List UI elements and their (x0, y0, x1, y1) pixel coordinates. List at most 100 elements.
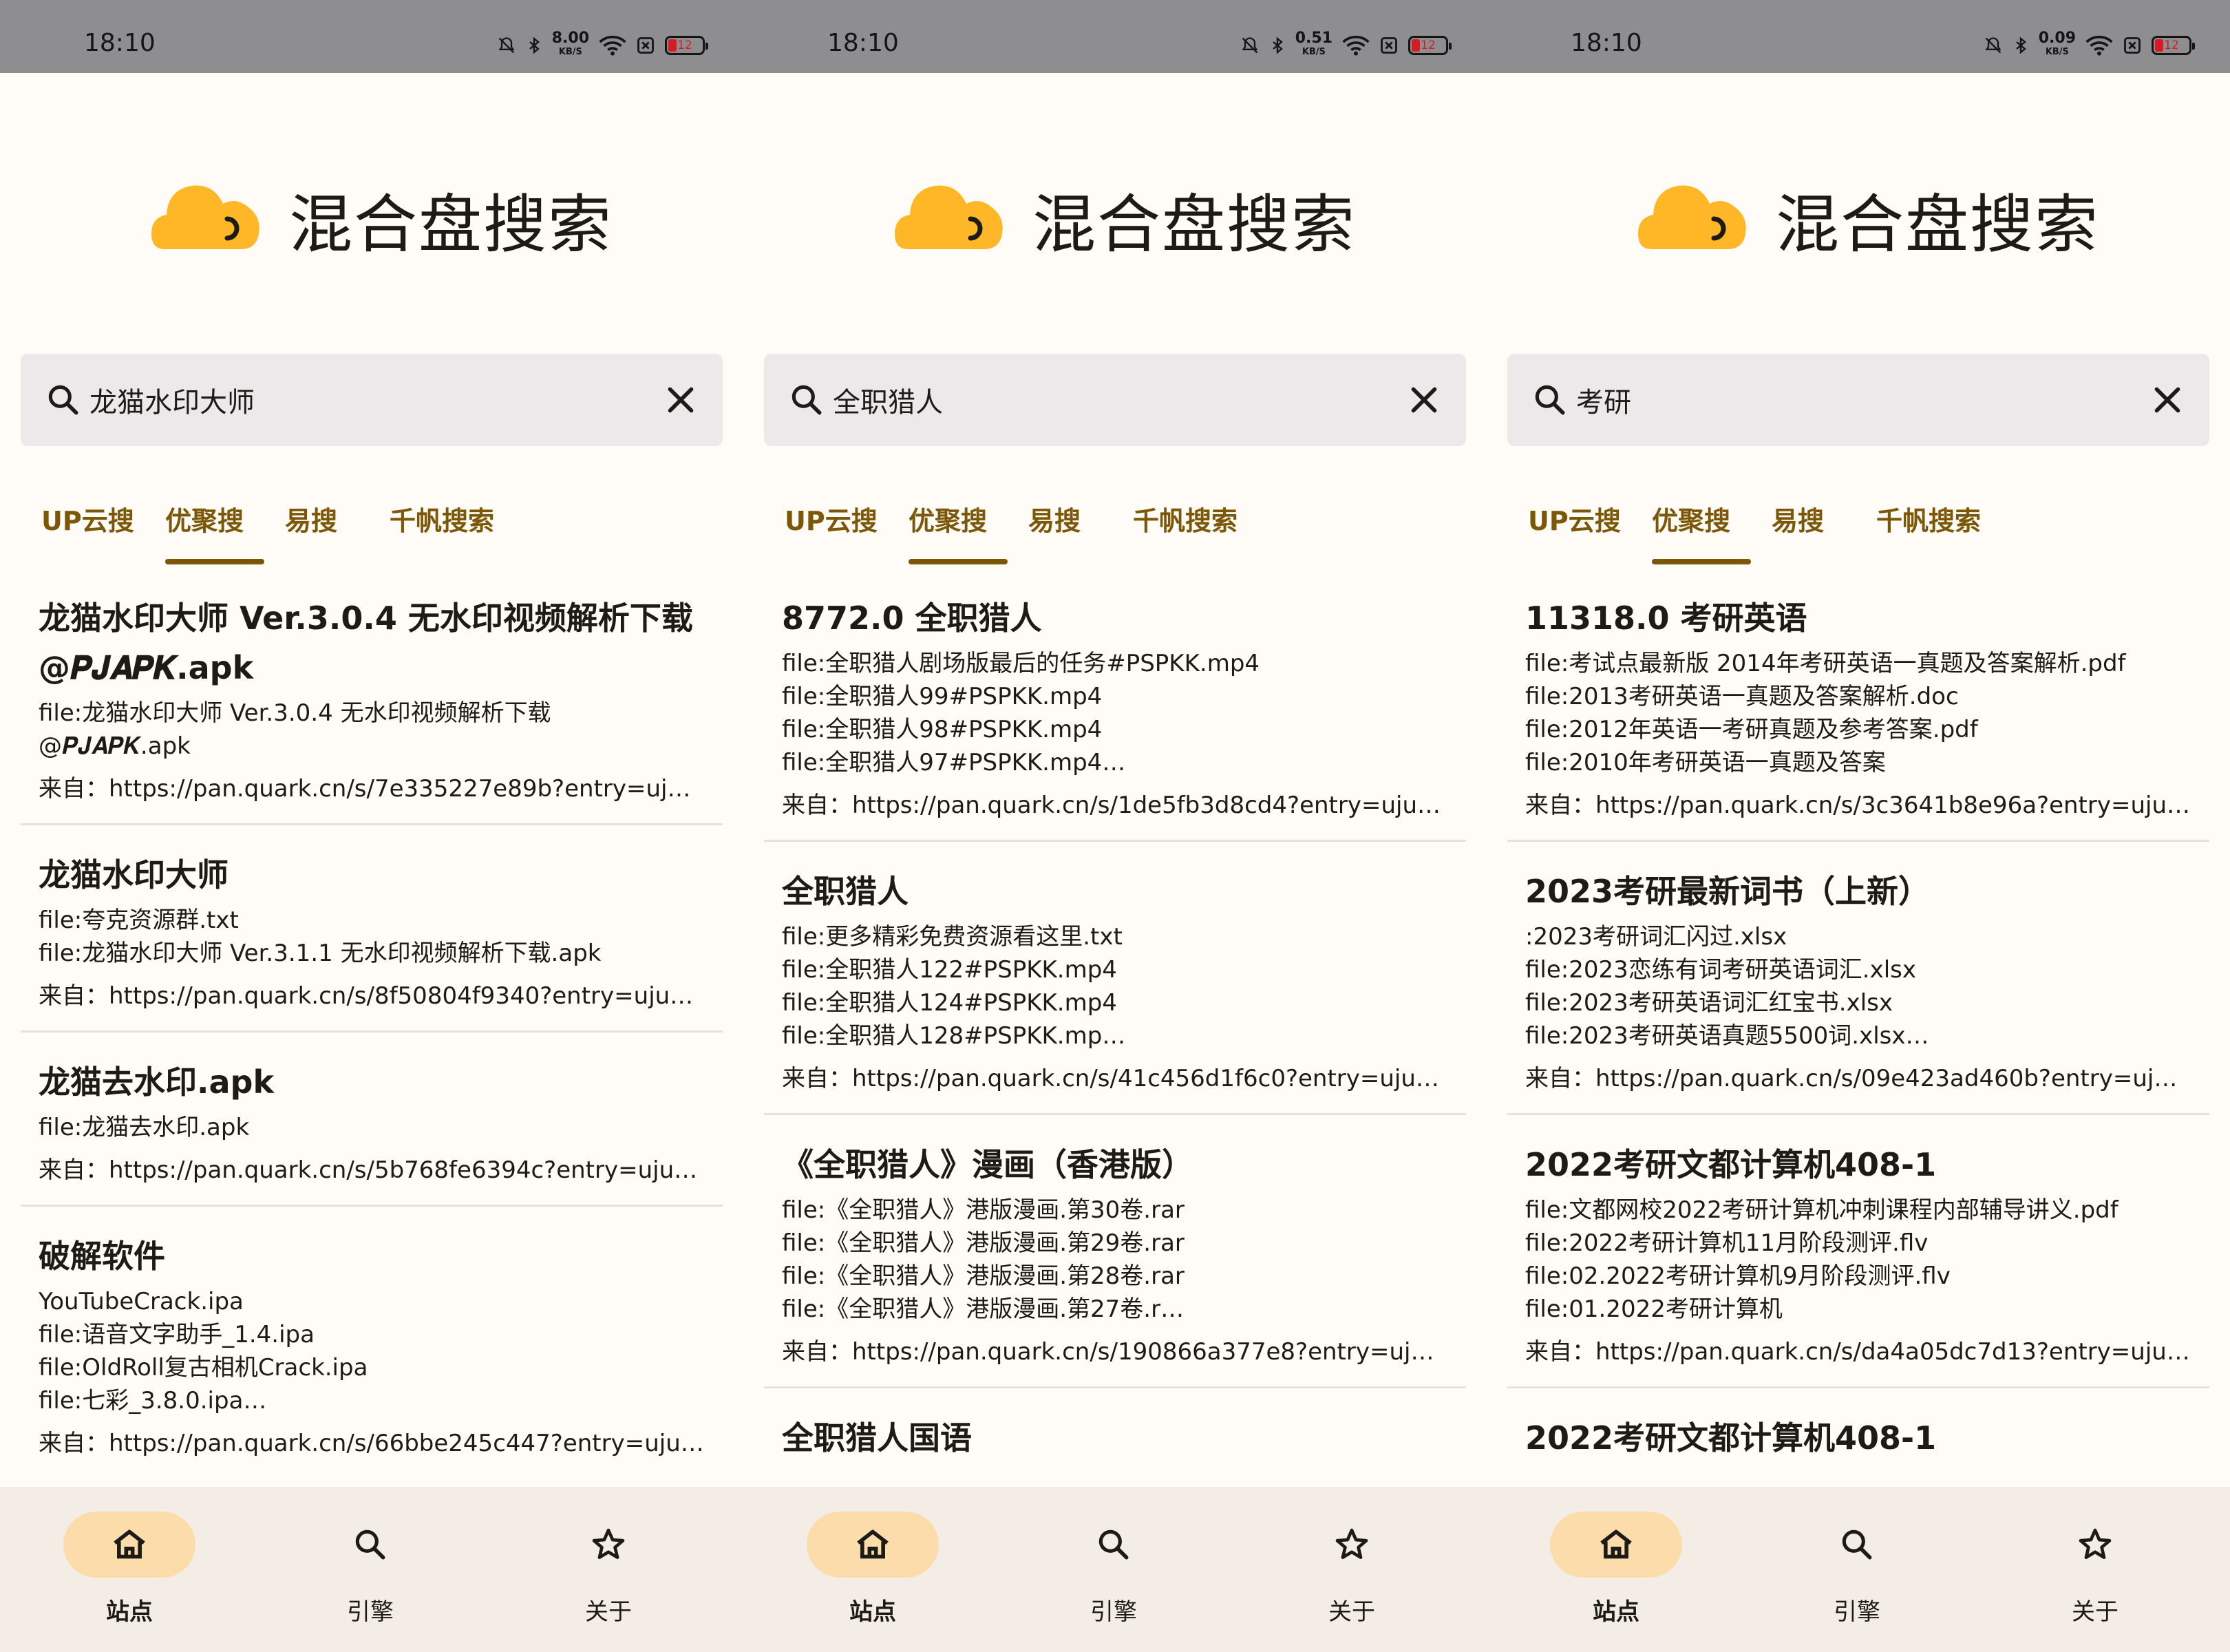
battery-icon: 12 (665, 36, 708, 55)
cloud-logo-icon (151, 185, 259, 249)
result-file-line: YouTubeCrack.ipa (39, 1288, 244, 1315)
search-bar[interactable] (21, 354, 723, 446)
tab-2[interactable]: 易搜 (1028, 475, 1081, 569)
result-source-link[interactable]: 来自：https://pan.quark.cn/s/190866a377e8?e… (782, 1335, 1448, 1368)
battery-icon: 12 (1408, 36, 1452, 55)
result-source-link[interactable]: 来自：https://pan.quark.cn/s/09e423ad460b?e… (1525, 1062, 2191, 1095)
network-speed-value: 8.00 (551, 30, 589, 47)
tab-2[interactable]: 易搜 (285, 475, 337, 569)
result-file-line: @𝑷𝑱𝑨𝑷𝑲.apk (39, 732, 191, 760)
network-speed-value: 0.51 (1295, 30, 1332, 47)
result-item[interactable]: 11318.0 考研英语 file:考试点最新版 2014年考研英语一真题及答案解… (1507, 569, 2209, 842)
result-file-line: file:全职猎人98#PSPKK.mp4 (782, 716, 1103, 743)
results-list: 11318.0 考研英语 file:考试点最新版 2014年考研英语一真题及答案解… (1507, 569, 2209, 1487)
tab-2[interactable]: 易搜 (1772, 475, 1824, 569)
cloud-logo-icon (895, 185, 1003, 249)
close-icon[interactable] (1403, 379, 1445, 421)
phone-screen-1: 18:10 8.00 KB/S 12 混合盘搜索 UP云搜优聚搜易 (0, 0, 743, 1652)
nav-item-2[interactable]: 关于 (1283, 1512, 1421, 1627)
nav-label: 站点 (106, 1598, 153, 1626)
search-input[interactable] (89, 370, 654, 430)
search-input[interactable] (833, 370, 1397, 430)
bottom-navigation: 站点 引擎 关于 (743, 1487, 1487, 1652)
result-source-link[interactable]: 来自：https://pan.quark.cn/s/41c456d1f6c0?e… (782, 1062, 1448, 1095)
phone-screen-3: 18:10 0.09 KB/S 12 混合盘搜索 UP云搜优聚搜易 (1487, 0, 2230, 1652)
tab-3[interactable]: 千帆搜索 (390, 475, 513, 569)
result-file-line: file:2023恋练有词考研英语词汇.xlsx (1525, 956, 1916, 984)
nav-item-1[interactable]: 引擎 (1045, 1512, 1182, 1627)
screens-container: 18:10 8.00 KB/S 12 混合盘搜索 UP云搜优聚搜易 (0, 0, 2230, 1652)
result-item[interactable]: 2023考研最新词书（上新）:2023考研词汇闪过.xlsx file:2023恋… (1507, 842, 2209, 1115)
result-file-line: file:考试点最新版 2014年考研英语一真题及答案解析.pdf (1525, 650, 2126, 677)
result-item[interactable]: 《全职猎人》漫画（香港版） file:《全职猎人》港版漫画.第30卷.rar fil… (764, 1115, 1466, 1388)
result-item[interactable]: 全职猎人国语 (764, 1388, 1466, 1481)
nav-item-2[interactable]: 关于 (2026, 1512, 2164, 1627)
result-source-link[interactable]: 来自：https://pan.quark.cn/s/1de5fb3d8cd4?e… (782, 789, 1448, 822)
tab-1[interactable]: 优聚搜 (165, 475, 264, 569)
status-bar: 18:10 8.00 KB/S 12 (0, 0, 743, 73)
search-input[interactable] (1576, 370, 2141, 430)
phone-screen-2: 18:10 0.51 KB/S 12 混合盘搜索 UP云搜优聚搜易 (743, 0, 1487, 1652)
nav-item-2[interactable]: 关于 (540, 1512, 677, 1627)
result-item[interactable]: 8772.0 全职猎人 file:全职猎人剧场版最后的任务#PSPKK.mp4 fi… (764, 569, 1466, 842)
result-files: YouTubeCrack.ipa file:语音文字助手_1.4.ipa file:… (39, 1285, 705, 1417)
result-file-line: file:更多精彩免费资源看这里.txt (782, 923, 1123, 951)
status-icons: 0.51 KB/S 12 (1240, 30, 1452, 59)
result-files: file:《全职猎人》港版漫画.第30卷.rar file:《全职猎人》港版漫画.… (782, 1194, 1448, 1326)
results-list: 8772.0 全职猎人 file:全职猎人剧场版最后的任务#PSPKK.mp4 fi… (764, 569, 1466, 1487)
result-item[interactable]: 破解软件 YouTubeCrack.ipa file:语音文字助手_1.4.ipa f… (21, 1207, 723, 1478)
result-item[interactable]: 2022考研文都计算机408-1 (1507, 1388, 2209, 1481)
search-bar[interactable] (1507, 354, 2209, 446)
result-source-link[interactable]: 来自：https://pan.quark.cn/s/66bbe245c447?e… (39, 1427, 705, 1460)
result-files: file:考试点最新版 2014年考研英语一真题及答案解析.pdf file:20… (1525, 647, 2191, 779)
status-time: 18:10 (1571, 29, 1642, 57)
status-icons: 0.09 KB/S 12 (1984, 31, 2195, 59)
tab-1[interactable]: 优聚搜 (909, 475, 1008, 569)
close-icon[interactable] (659, 379, 702, 421)
result-title: 龙猫水印大师 Ver.3.0.4 无水印视频解析下载 @𝑷𝑱𝑨𝑷𝑲.apk (39, 600, 693, 686)
nav-item-1[interactable]: 引擎 (301, 1512, 439, 1627)
tab-0[interactable]: UP云搜 (41, 475, 138, 569)
search-icon (792, 385, 822, 415)
result-item[interactable]: 全职猎人 file:更多精彩免费资源看这里.txt file:全职猎人122#PSP… (764, 842, 1466, 1115)
result-source-link[interactable]: 来自：https://pan.quark.cn/s/5b768fe6394c?e… (39, 1154, 705, 1187)
sim-icon (637, 37, 654, 54)
result-item[interactable]: 2022考研文都计算机408-1 file:文都网校2022考研计算机冲刺课程内部… (1507, 1115, 2209, 1388)
tab-1[interactable]: 优聚搜 (1652, 475, 1751, 569)
result-item[interactable]: 龙猫水印大师 file:夸克资源群.txt file:龙猫水印大师 Ver.3.1.… (21, 825, 723, 1032)
result-title: 全职猎人国语 (782, 1419, 972, 1457)
result-source-link[interactable]: 来自：https://pan.quark.cn/s/da4a05dc7d13?e… (1525, 1335, 2191, 1368)
network-speed: 8.00 KB/S (551, 30, 589, 59)
search-icon (304, 1512, 436, 1578)
nav-label: 关于 (1328, 1598, 1375, 1626)
result-source-link[interactable]: 来自：https://pan.quark.cn/s/8f50804f9340?e… (39, 979, 705, 1013)
result-source-link[interactable]: 来自：https://pan.quark.cn/s/3c3641b8e96a?e… (1525, 789, 2191, 822)
result-file-line: file:2010年考研英语一真题及答案 (1525, 749, 1886, 776)
sim-icon (1381, 37, 1397, 54)
network-speed: 0.09 KB/S (2039, 31, 2076, 59)
wifi-icon (1342, 35, 1370, 56)
nav-item-0[interactable]: 站点 (804, 1512, 942, 1627)
result-file-line: file:《全职猎人》港版漫画.第30卷.rar (782, 1196, 1185, 1224)
tab-0[interactable]: UP云搜 (785, 475, 881, 569)
search-bar[interactable] (764, 354, 1466, 446)
tab-0[interactable]: UP云搜 (1528, 475, 1624, 569)
bluetooth-icon (2015, 36, 2026, 54)
search-icon (48, 385, 78, 415)
nav-item-1[interactable]: 引擎 (1788, 1512, 1926, 1627)
home-icon (1550, 1512, 1682, 1578)
engine-tabs: UP云搜 优聚搜 易搜 千帆搜索 (0, 475, 743, 569)
cloud-logo-icon (1638, 185, 1746, 249)
nav-item-0[interactable]: 站点 (61, 1512, 198, 1627)
close-icon[interactable] (2146, 379, 2189, 421)
network-speed-unit: KB/S (558, 47, 582, 57)
result-title: 11318.0 考研英语 (1525, 600, 1807, 637)
tab-3[interactable]: 千帆搜索 (1876, 475, 2000, 569)
result-item[interactable]: 龙猫水印大师 Ver.3.0.4 无水印视频解析下载 @𝑷𝑱𝑨𝑷𝑲.apk fil… (21, 569, 723, 825)
nav-item-0[interactable]: 站点 (1547, 1512, 1685, 1627)
tab-3[interactable]: 千帆搜索 (1133, 475, 1257, 569)
search-icon (1535, 385, 1565, 415)
result-source-link[interactable]: 来自：https://pan.quark.cn/s/7e335227e89b?e… (39, 772, 705, 805)
result-item[interactable]: 龙猫去水印.apk file:龙猫去水印.apk 来自：https://pan.qu… (21, 1032, 723, 1207)
result-title: 龙猫去水印.apk (39, 1063, 275, 1101)
